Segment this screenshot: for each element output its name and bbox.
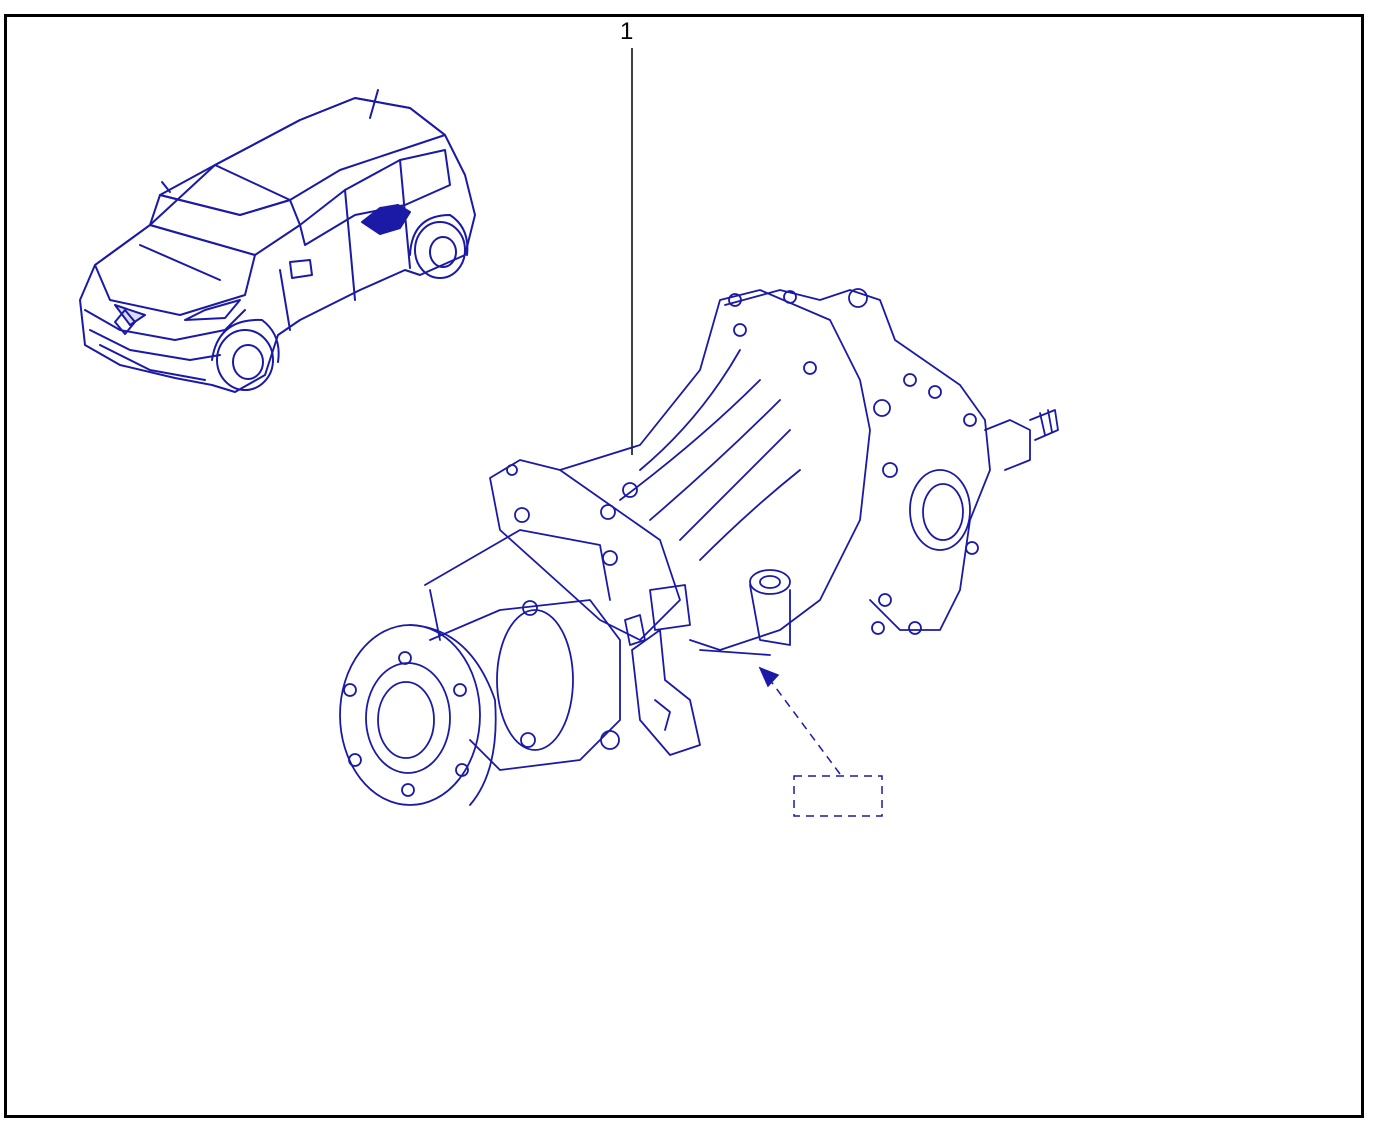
differential-icon [339,288,1059,806]
dashed-box-icon [758,666,883,817]
parts-diagram [79,48,1059,817]
car-icon [79,89,476,393]
